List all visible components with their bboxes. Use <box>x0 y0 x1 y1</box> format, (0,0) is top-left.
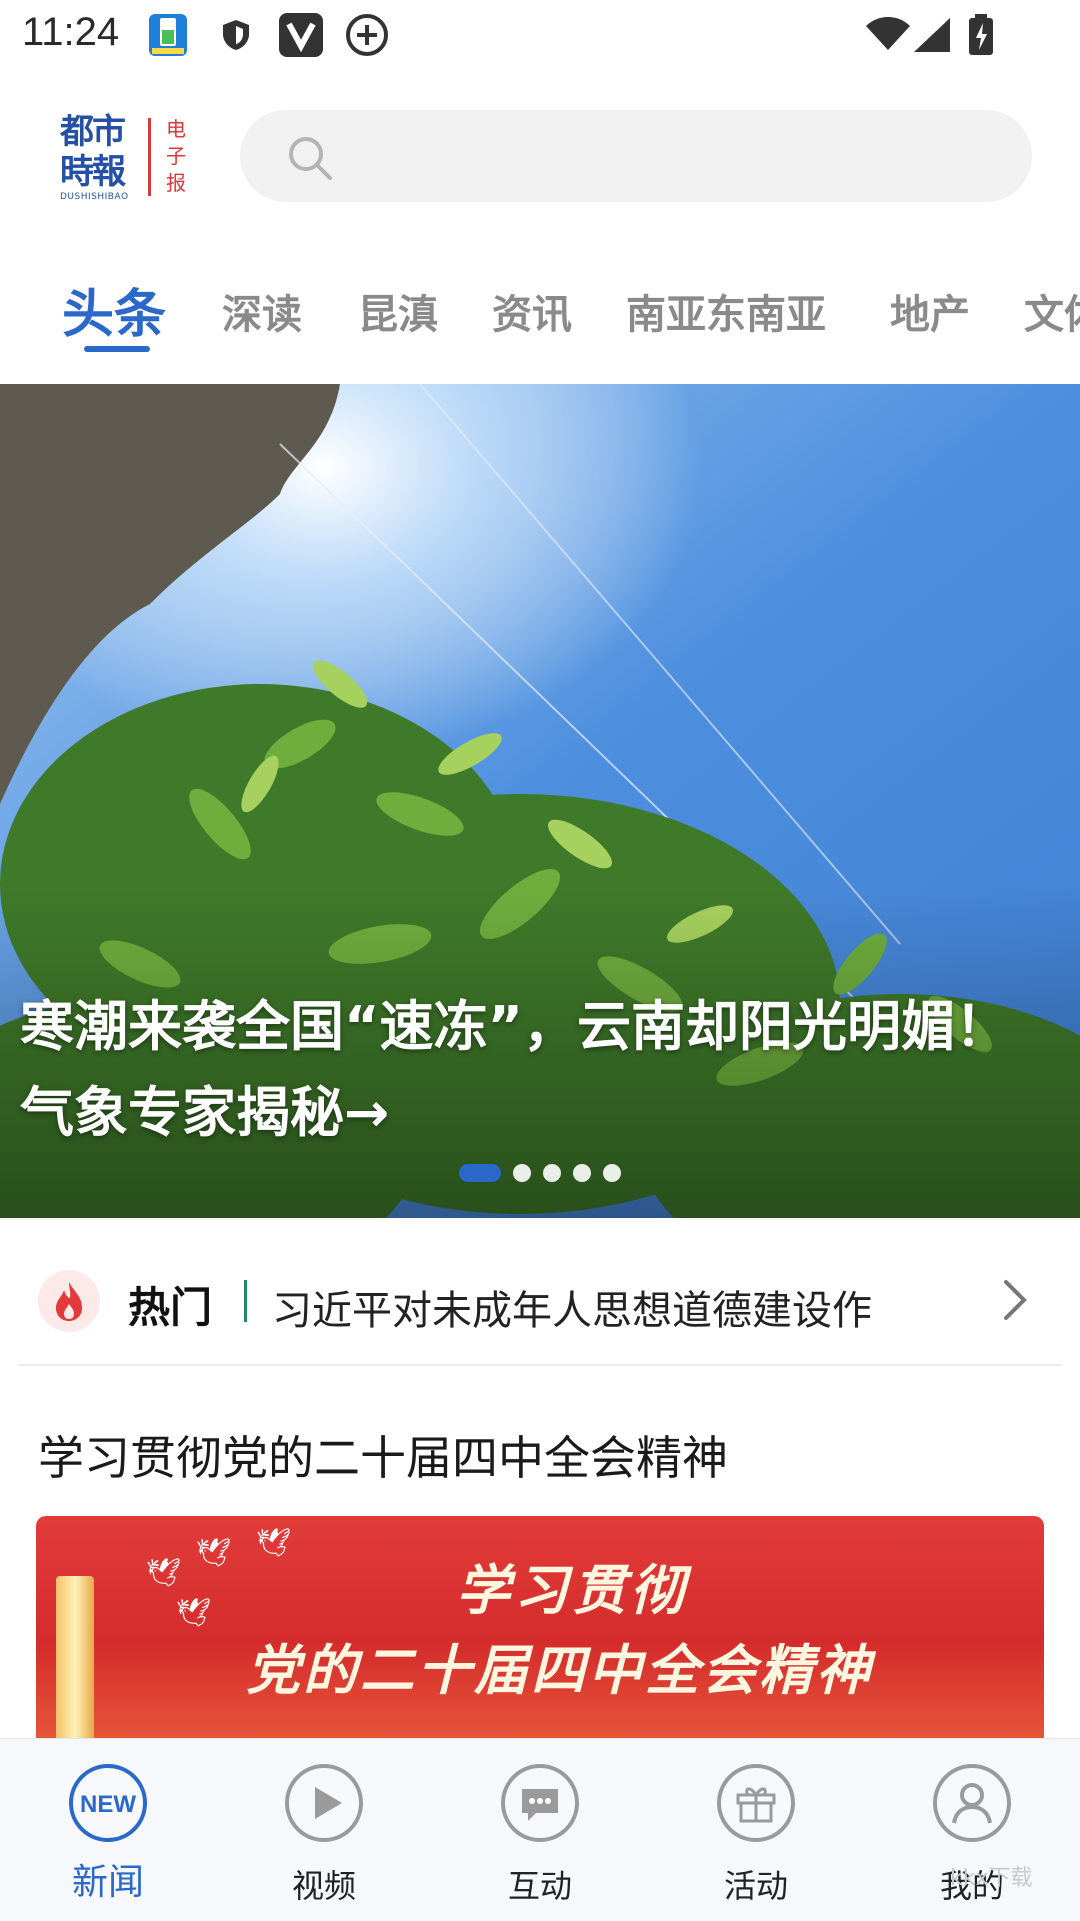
section-divider <box>18 1364 1062 1366</box>
fire-icon <box>38 1270 100 1332</box>
banner-line-2: 党的二十届四中全会精神 <box>246 1639 873 1702</box>
nav-events[interactable]: 活动 <box>676 1739 836 1921</box>
play-icon <box>284 1763 364 1843</box>
logo-main-text: 都市時報 <box>60 112 126 192</box>
tab-deep-read[interactable]: 深读 <box>222 282 302 340</box>
app-logo: 都市時報 DUSHISHIBAO 电子报 <box>60 112 200 202</box>
wifi-icon <box>864 16 912 56</box>
carousel-dot <box>543 1164 561 1182</box>
tab-south-southeast-asia[interactable]: 南亚东南亚 <box>626 282 826 340</box>
v-app-icon <box>278 12 324 62</box>
feature-banner[interactable]: 🕊 🕊 🕊 🕊 学习贯彻 党的二十届四中全会精神 <box>36 1516 1044 1746</box>
tab-real-estate[interactable]: 地产 <box>890 282 970 340</box>
dove-icon: 🕊 <box>256 1526 292 1559</box>
tab-culture-sports[interactable]: 文体 <box>1024 282 1080 340</box>
tab-headlines[interactable]: 头条 <box>62 272 166 347</box>
add-circle-icon <box>344 12 390 62</box>
logo-side-text: 电子报 <box>166 117 186 195</box>
battery-app-icon <box>146 12 190 62</box>
gift-icon <box>716 1763 796 1843</box>
hot-label: 热门 <box>128 1283 213 1332</box>
new-badge-icon: NEW <box>68 1763 148 1843</box>
dove-icon: 🕊 <box>146 1556 182 1589</box>
dove-icon: 🕊 <box>196 1536 232 1569</box>
carousel-dot <box>573 1164 591 1182</box>
tab-kundian[interactable]: 昆滇 <box>358 282 438 340</box>
watermark: kkx下载 <box>950 1866 1033 1891</box>
nav-interact[interactable]: 互动 <box>460 1739 620 1921</box>
banner-line-1: 学习贯彻 <box>456 1559 688 1622</box>
dove-icon: 🕊 <box>176 1596 212 1629</box>
nav-news-label: 新闻 <box>71 1862 144 1903</box>
hot-news-ticker[interactable]: 热门 习近平对未成年人思想道德建设作 <box>0 1220 1080 1366</box>
search-bar[interactable] <box>240 110 1032 202</box>
carousel-dot <box>603 1164 621 1182</box>
nav-news[interactable]: NEW 新闻 <box>28 1739 188 1921</box>
active-tab-indicator <box>84 346 150 352</box>
logo-sub-text: DUSHISHIBAO <box>60 192 129 202</box>
nav-me[interactable]: 我的 <box>892 1739 1052 1921</box>
hot-headline[interactable]: 习近平对未成年人思想道德建设作 <box>272 1278 872 1336</box>
carousel-dot <box>513 1164 531 1182</box>
logo-divider <box>148 118 151 196</box>
hero-headline[interactable]: 寒潮来袭全国“速冻”，云南却阳光明媚！气象专家揭秘→ <box>20 984 1060 1156</box>
signal-icon <box>912 16 952 58</box>
chat-bubble-icon <box>500 1763 580 1843</box>
category-tabs: 头条 深读 昆滇 资讯 南亚东南亚 地产 文体 <box>0 272 1080 352</box>
svg-text:NEW: NEW <box>80 1791 136 1818</box>
user-icon <box>932 1763 1012 1843</box>
battery-charging-icon <box>968 14 994 60</box>
status-bar: 11:24 <box>0 0 1080 76</box>
section-title: 学习贯彻党的二十届四中全会精神 <box>38 1431 728 1485</box>
carousel-dot-active <box>459 1164 501 1182</box>
huabiao-pillar-image <box>56 1576 94 1746</box>
hero-carousel[interactable]: 寒潮来袭全国“速冻”，云南却阳光明媚！气象专家揭秘→ <box>0 384 1080 1218</box>
shield-icon <box>220 18 252 56</box>
status-time: 11:24 <box>22 10 120 54</box>
nav-video-label: 视频 <box>291 1867 356 1905</box>
nav-video[interactable]: 视频 <box>244 1739 404 1921</box>
search-icon[interactable] <box>286 134 334 186</box>
nav-events-label: 活动 <box>723 1867 788 1905</box>
chevron-right-icon[interactable] <box>1000 1278 1030 1326</box>
bottom-nav: NEW 新闻 视频 互动 活动 我的 <box>0 1738 1080 1921</box>
nav-interact-label: 互动 <box>507 1867 572 1905</box>
tab-news[interactable]: 资讯 <box>492 282 572 340</box>
hot-divider <box>244 1280 247 1322</box>
search-input[interactable] <box>350 128 994 186</box>
